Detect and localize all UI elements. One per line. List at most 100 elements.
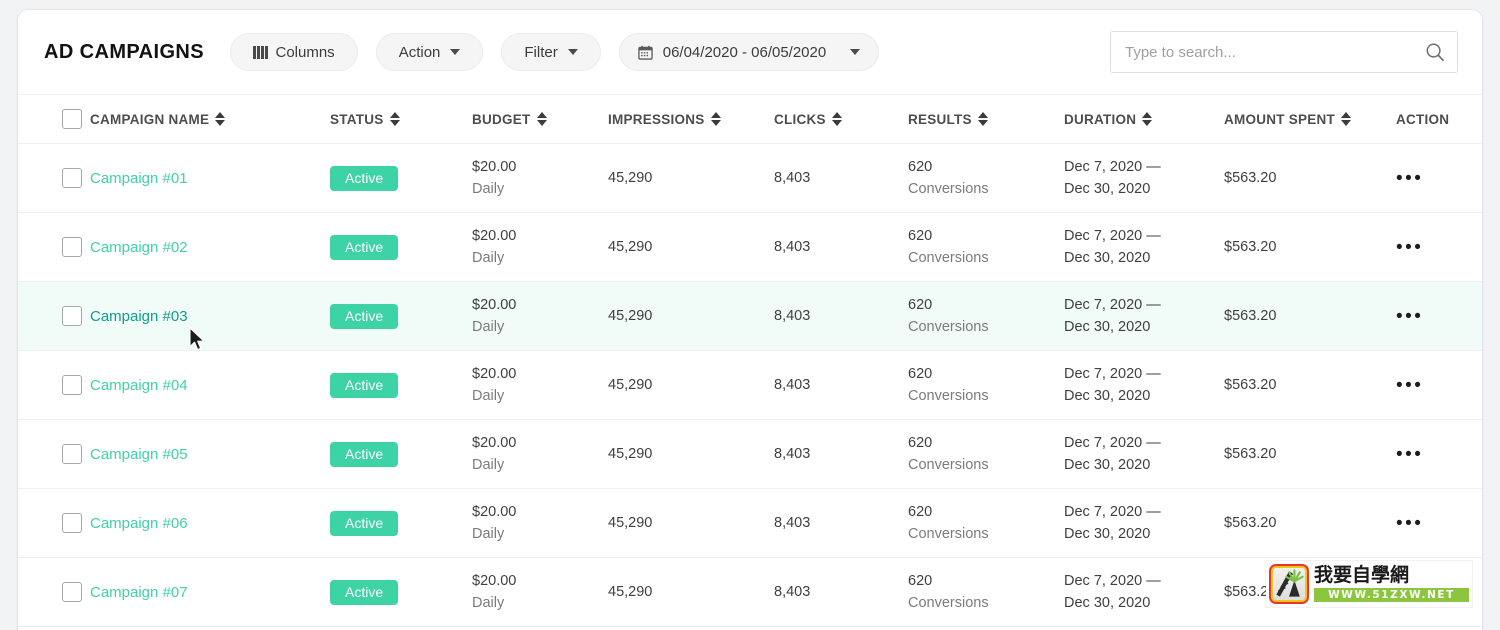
cell-results: 620 Conversions [908, 489, 1064, 558]
cell-results: 620 Conversions [908, 282, 1064, 351]
row-actions-menu-icon[interactable]: ••• [1396, 168, 1423, 189]
duration-start: Dec 7, 2020 — [1064, 572, 1161, 589]
row-checkbox[interactable] [62, 237, 82, 257]
cell-results: 620 Conversions [908, 213, 1064, 282]
table-row[interactable]: Campaign #02 Active $20.00 Daily 45,290 8,403… [18, 213, 1482, 282]
campaign-link[interactable]: Campaign #05 [90, 446, 188, 463]
row-checkbox[interactable] [62, 168, 82, 188]
sort-impressions[interactable]: IMPRESSIONS [608, 112, 721, 127]
duration-end: Dec 30, 2020 [1064, 457, 1151, 473]
results-type: Conversions [908, 526, 989, 542]
cell-impressions: 45,290 [608, 308, 653, 324]
duration-end: Dec 30, 2020 [1064, 388, 1151, 404]
cell-impressions: 45,290 [608, 446, 653, 462]
cell-clicks: 8,403 [774, 515, 811, 531]
header-action: ACTION [1396, 94, 1482, 144]
select-all-checkbox[interactable] [62, 109, 82, 129]
cell-campaign-name: Campaign #03 [90, 282, 330, 351]
status-badge[interactable]: Active [330, 372, 399, 398]
campaign-link[interactable]: Campaign #07 [90, 584, 188, 601]
cell-amount-spent: $563.20 [1224, 515, 1277, 531]
cell-status: Active [330, 489, 472, 558]
cell-amount-spent: $563.20 [1224, 170, 1277, 186]
row-actions-menu-icon[interactable]: ••• [1396, 375, 1423, 396]
row-checkbox[interactable] [62, 444, 82, 464]
action-button[interactable]: Action [375, 33, 484, 71]
table-row[interactable]: Campaign #07 Active $20.00 Daily 45,290 8,403… [18, 558, 1482, 627]
campaign-link[interactable]: Campaign #02 [90, 239, 188, 256]
cell-campaign-name: Campaign #02 [90, 213, 330, 282]
cell-amount-spent: $563.20 [1224, 239, 1277, 255]
toolbar: AD CAMPAIGNS Columns Action Filter 06/04… [18, 10, 1482, 94]
row-actions-menu-icon[interactable]: ••• [1396, 513, 1423, 534]
cell-results: 620 Conversions [908, 420, 1064, 489]
duration-end: Dec 30, 2020 [1064, 595, 1151, 611]
row-checkbox[interactable] [62, 375, 82, 395]
sort-duration[interactable]: DURATION [1064, 112, 1153, 127]
status-badge[interactable]: Active [330, 234, 399, 260]
header-label: CLICKS [774, 111, 826, 127]
cell-impressions: 45,290 [608, 239, 653, 255]
budget-period: Daily [472, 457, 505, 473]
sort-amount-spent[interactable]: AMOUNT SPENT [1224, 112, 1351, 127]
table-row[interactable]: Campaign #06 Active $20.00 Daily 45,290 8,403… [18, 489, 1482, 558]
header-label: BUDGET [472, 111, 531, 127]
chevron-down-icon [850, 49, 861, 55]
header-budget: BUDGET [472, 94, 608, 144]
cell-campaign-name: Campaign #07 [90, 558, 330, 627]
cell-duration: Dec 7, 2020 — Dec 30, 2020 [1064, 351, 1224, 420]
status-badge[interactable]: Active [330, 303, 399, 329]
duration-start: Dec 7, 2020 — [1064, 158, 1161, 175]
table-row[interactable]: Campaign #03 Active $20.00 Daily 45,290 8,403… [18, 281, 1482, 351]
status-badge[interactable]: Active [330, 441, 399, 467]
sort-budget[interactable]: BUDGET [472, 112, 547, 127]
budget-amount: $20.00 [472, 365, 517, 382]
budget-amount: $20.00 [472, 227, 517, 244]
cell-duration: Dec 7, 2020 — Dec 30, 2020 [1064, 489, 1224, 558]
row-checkbox[interactable] [62, 582, 82, 602]
cell-budget: $20.00 Daily [472, 351, 608, 420]
search-input[interactable] [1110, 31, 1458, 73]
sort-status[interactable]: STATUS [330, 112, 400, 127]
row-actions-menu-icon[interactable]: ••• [1396, 237, 1423, 258]
table-row[interactable]: Campaign #01 Active $20.00 Daily 45,290 8,403… [18, 144, 1482, 213]
row-checkbox[interactable] [62, 513, 82, 533]
search-icon[interactable] [1425, 42, 1445, 62]
status-badge[interactable]: Active [330, 165, 399, 191]
header-label: AMOUNT SPENT [1224, 111, 1335, 127]
row-select-cell [18, 420, 90, 489]
sort-results[interactable]: RESULTS [908, 112, 988, 127]
chevron-down-icon [450, 49, 461, 55]
cell-impressions: 45,290 [608, 584, 653, 600]
sort-campaign-name[interactable]: CAMPAIGN NAME [90, 112, 226, 127]
cell-status: Active [330, 213, 472, 282]
row-checkbox[interactable] [62, 306, 82, 326]
sort-clicks[interactable]: CLICKS [774, 112, 842, 127]
campaign-link[interactable]: Campaign #03 [90, 308, 188, 325]
campaign-link[interactable]: Campaign #06 [90, 515, 188, 532]
filter-button[interactable]: Filter [501, 33, 601, 71]
results-count: 620 [908, 503, 933, 520]
cell-impressions: 45,290 [608, 515, 653, 531]
budget-period: Daily [472, 388, 505, 404]
row-select-cell [18, 351, 90, 420]
campaign-link[interactable]: Campaign #04 [90, 377, 188, 394]
table-row[interactable]: Campaign #05 Active $20.00 Daily 45,290 8,403… [18, 420, 1482, 489]
campaign-link[interactable]: Campaign #01 [90, 170, 188, 187]
header-label: RESULTS [908, 111, 972, 127]
table-row[interactable]: Campaign #04 Active $20.00 Daily 45,290 8,403… [18, 351, 1482, 420]
date-range-picker[interactable]: 06/04/2020 - 06/05/2020 [618, 33, 880, 71]
header-campaign-name: CAMPAIGN NAME [90, 94, 330, 144]
columns-button-label: Columns [275, 43, 335, 61]
header-clicks: CLICKS [774, 94, 908, 144]
campaigns-card: AD CAMPAIGNS Columns Action Filter 06/04… [18, 10, 1482, 630]
cell-clicks: 8,403 [774, 446, 811, 462]
cell-campaign-name: Campaign #05 [90, 420, 330, 489]
row-actions-menu-icon[interactable]: ••• [1396, 444, 1423, 465]
status-badge[interactable]: Active [330, 579, 399, 605]
columns-button[interactable]: Columns [230, 33, 358, 71]
status-badge[interactable]: Active [330, 510, 399, 536]
duration-start: Dec 7, 2020 — [1064, 434, 1161, 451]
cell-action: ••• [1396, 351, 1482, 420]
row-actions-menu-icon[interactable]: ••• [1396, 306, 1423, 327]
